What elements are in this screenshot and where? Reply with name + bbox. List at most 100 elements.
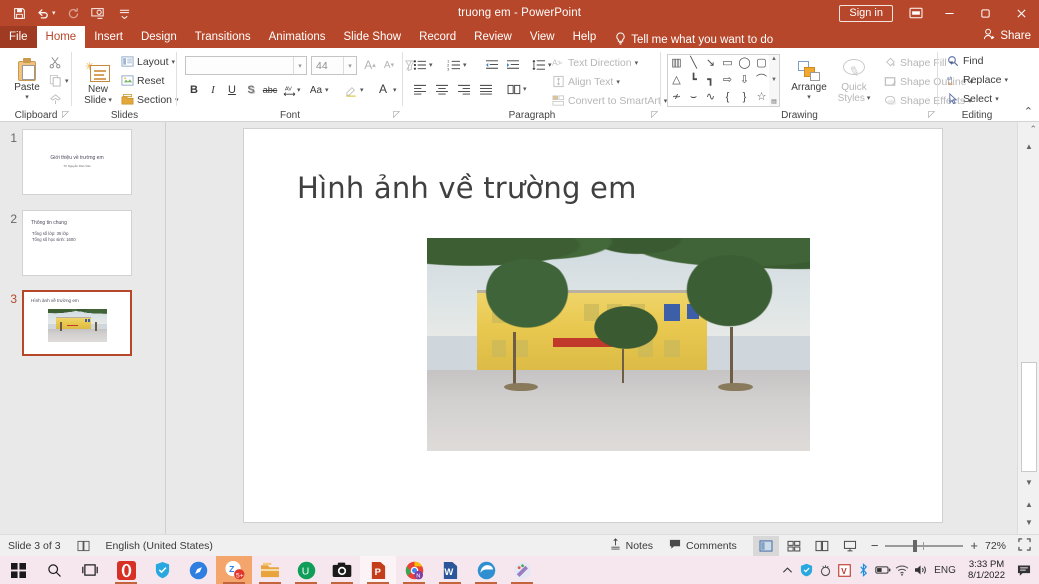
character-spacing-button[interactable]: AV xyxy=(280,81,298,99)
text-direction-button[interactable]: AA Text Direction ▾ xyxy=(551,54,638,71)
edge-icon[interactable] xyxy=(468,556,504,584)
numbering-button[interactable]: 123 xyxy=(445,56,463,74)
scroll-collapse-icon[interactable]: ⌃ xyxy=(1029,124,1037,135)
fit-slide-to-window-button[interactable] xyxy=(1018,538,1031,554)
sign-in-button[interactable]: Sign in xyxy=(839,5,893,22)
bullets-button[interactable] xyxy=(411,56,429,74)
paint-icon[interactable] xyxy=(504,556,540,584)
zoom-slider-handle[interactable] xyxy=(913,540,917,552)
shape-arc-icon[interactable]: ⌣ xyxy=(690,92,697,103)
file-explorer-icon[interactable] xyxy=(252,556,288,584)
task-view-icon[interactable] xyxy=(72,556,108,584)
arrange-dropdown-icon[interactable]: ▾ xyxy=(807,93,811,101)
shape-left-brace-icon[interactable]: { xyxy=(726,92,730,103)
clock[interactable]: 3:33 PM 8/1/2022 xyxy=(960,559,1013,581)
change-case-button[interactable]: Aa xyxy=(307,81,325,99)
gallery-more-icon[interactable]: ▤ xyxy=(771,98,777,105)
shape-star-icon[interactable]: ☆ xyxy=(757,92,767,103)
share-button[interactable]: Share xyxy=(983,28,1031,44)
thumbnail-preview-1[interactable]: Giới thiệu về trường em Tổ Nguyễn Dân Vă… xyxy=(22,129,132,195)
tab-home[interactable]: Home xyxy=(37,26,86,48)
change-case-dropdown-icon[interactable]: ▾ xyxy=(325,86,329,94)
scroll-thumb[interactable] xyxy=(1021,362,1037,472)
current-slide[interactable]: Hình ảnh về trường em xyxy=(243,128,943,523)
opera-icon[interactable] xyxy=(108,556,144,584)
slide-image[interactable] xyxy=(427,238,810,451)
font-name-input[interactable]: ▾ xyxy=(185,56,307,75)
align-left-button[interactable] xyxy=(411,80,429,98)
slide-sorter-view-button[interactable] xyxy=(781,536,807,556)
align-text-button[interactable]: Align Text ▾ xyxy=(551,73,620,90)
minimize-button[interactable] xyxy=(931,0,967,26)
select-dropdown-icon[interactable]: ▾ xyxy=(995,95,999,103)
unikey-icon[interactable]: U xyxy=(288,556,324,584)
arrange-button[interactable]: Arrange ▾ xyxy=(787,52,831,101)
shape-rectangle-icon[interactable]: ▭ xyxy=(722,58,732,69)
layout-dropdown-icon[interactable]: ▾ xyxy=(172,58,176,66)
powerpoint-icon[interactable]: P xyxy=(360,556,396,584)
zoom-control[interactable]: − + 72% xyxy=(863,538,1039,554)
tab-help[interactable]: Help xyxy=(564,26,606,48)
show-hidden-icons-button[interactable] xyxy=(778,556,797,584)
zalo-icon[interactable]: Z5+ xyxy=(216,556,252,584)
align-right-button[interactable] xyxy=(455,80,473,98)
new-slide-dropdown-icon[interactable]: ▾ xyxy=(108,95,112,106)
increase-font-size-button[interactable]: A▴ xyxy=(361,56,379,74)
decrease-indent-button[interactable] xyxy=(483,56,501,74)
normal-view-button[interactable] xyxy=(753,536,779,556)
line-spacing-button[interactable] xyxy=(530,56,548,74)
shape-elbow-icon[interactable]: ┗ xyxy=(690,75,697,86)
thumbnail-slide-1[interactable]: 1 Giới thiệu về trường em Tổ Nguyễn Dân … xyxy=(0,129,132,195)
shape-scribble-icon[interactable]: ≁ xyxy=(672,92,681,103)
find-button[interactable]: Find xyxy=(946,52,983,69)
language-indicator[interactable]: ENG xyxy=(930,556,960,584)
previous-slide-button[interactable]: ▲ xyxy=(1018,496,1039,512)
font-color-button[interactable]: A xyxy=(374,80,392,98)
collapse-ribbon-button[interactable]: ⌃ xyxy=(1024,105,1033,118)
accessibility-checker-button[interactable] xyxy=(69,535,98,557)
align-center-button[interactable] xyxy=(433,80,451,98)
copy-dropdown-icon[interactable]: ▾ xyxy=(65,77,69,85)
paste-button[interactable]: Paste ▾ xyxy=(4,52,50,101)
notifications-icon[interactable] xyxy=(1013,556,1035,584)
start-button[interactable] xyxy=(0,556,36,584)
shapes-gallery[interactable]: ▥ ╲ ↘ ▭ ◯ ▢ △ ┗ ┓ ⇨ ⇩ ⌒ ≁ ⌣ ∿ { } ☆ xyxy=(667,54,771,107)
tab-slide-show[interactable]: Slide Show xyxy=(335,26,411,48)
scroll-up-button[interactable]: ▲ xyxy=(1018,138,1039,154)
replace-dropdown-icon[interactable]: ▾ xyxy=(1005,76,1009,84)
bullets-dropdown-icon[interactable]: ▾ xyxy=(429,61,433,69)
strikethrough-button[interactable]: abc xyxy=(261,81,279,99)
new-slide-button[interactable]: ✳ New Slide ▾ xyxy=(76,54,120,106)
character-spacing-dropdown-icon[interactable]: ▾ xyxy=(297,86,301,94)
bluetooth-icon[interactable] xyxy=(854,556,873,584)
shield-security-icon[interactable] xyxy=(144,556,180,584)
thumbnail-slide-3[interactable]: 3 Hình ảnh về trường em xyxy=(0,290,132,356)
shape-triangle-icon[interactable]: △ xyxy=(672,75,680,86)
shape-pentagon-icon[interactable]: ⌒ xyxy=(756,75,767,86)
tab-animations[interactable]: Animations xyxy=(260,26,335,48)
decrease-font-size-button[interactable]: A▾ xyxy=(380,56,398,74)
comments-button[interactable]: Comments xyxy=(661,535,745,557)
copy-button[interactable]: ▾ xyxy=(48,72,69,89)
text-direction-dropdown-icon[interactable]: ▾ xyxy=(635,59,639,67)
language-status[interactable]: English (United States) xyxy=(98,535,221,557)
scroll-down-button[interactable]: ▼ xyxy=(1018,474,1039,490)
shapes-gallery-scrollbar[interactable]: ▲ ▼ ▤ xyxy=(769,54,780,107)
shape-down-arrow-icon[interactable]: ⇩ xyxy=(740,75,749,86)
next-slide-button[interactable]: ▼ xyxy=(1018,514,1039,530)
slide-counter[interactable]: Slide 3 of 3 xyxy=(0,535,69,557)
security-shield-icon[interactable] xyxy=(797,556,816,584)
paste-dropdown-icon[interactable]: ▾ xyxy=(25,93,29,101)
underline-button[interactable]: U xyxy=(223,81,241,99)
notes-button[interactable]: Notes xyxy=(602,535,661,557)
font-color-dropdown-icon[interactable]: ▾ xyxy=(393,86,397,94)
tab-insert[interactable]: Insert xyxy=(85,26,132,48)
quick-styles-dropdown-icon[interactable]: ▾ xyxy=(867,93,871,104)
cut-button[interactable] xyxy=(48,54,62,71)
justify-button[interactable] xyxy=(477,80,495,98)
maximize-button[interactable] xyxy=(967,0,1003,26)
antivirus-icon[interactable] xyxy=(816,556,835,584)
reset-button[interactable]: Reset xyxy=(120,72,164,89)
tab-transitions[interactable]: Transitions xyxy=(186,26,260,48)
unikey-v-icon[interactable]: V xyxy=(835,556,854,584)
